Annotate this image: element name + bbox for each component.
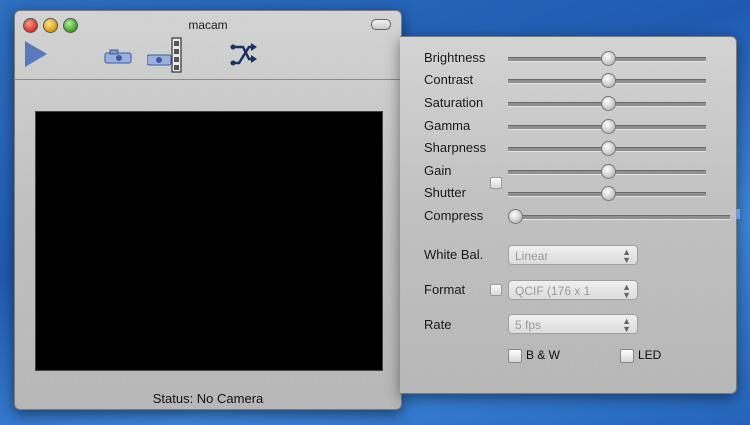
shutter-label: Shutter xyxy=(424,185,466,200)
drawer-resize-handle[interactable] xyxy=(736,209,740,219)
shuffle-icon[interactable] xyxy=(229,39,257,71)
saturation-label: Saturation xyxy=(424,95,484,110)
contrast-label: Contrast xyxy=(424,72,474,87)
format-value: QCIF (176 x 1 xyxy=(515,284,591,298)
window-title: macam xyxy=(188,18,228,32)
white-bal-label: White Bal. xyxy=(424,247,484,262)
shutter-slider-knob[interactable] xyxy=(600,186,616,201)
gain-auto-checkbox[interactable] xyxy=(490,177,502,189)
chevron-updown-icon: ▲ ▼ xyxy=(622,247,631,265)
film-record-icon[interactable] xyxy=(146,37,185,73)
rate-label: Rate xyxy=(424,317,452,332)
toolbar-toggle-button[interactable] xyxy=(371,19,391,30)
camera-snapshot-icon[interactable] xyxy=(103,49,135,65)
title-bar[interactable]: macam xyxy=(15,11,401,37)
brightness-slider-knob[interactable] xyxy=(600,51,616,66)
rate-select[interactable]: 5 fps ▲ ▼ xyxy=(508,314,638,334)
sharpness-label: Sharpness xyxy=(424,140,487,155)
rate-value: 5 fps xyxy=(515,318,542,332)
bw-label: B & W xyxy=(526,348,561,362)
gamma-slider-knob[interactable] xyxy=(600,119,616,134)
gamma-label: Gamma xyxy=(424,118,471,133)
chevron-updown-icon: ▲ ▼ xyxy=(622,316,631,334)
led-checkbox[interactable] xyxy=(620,349,634,363)
white-bal-value: Linear xyxy=(515,249,549,263)
sharpness-slider-knob[interactable] xyxy=(600,141,616,156)
format-label: Format xyxy=(424,282,466,297)
chevron-updown-icon: ▲ ▼ xyxy=(622,282,631,300)
gain-slider-knob[interactable] xyxy=(600,164,616,179)
gain-label: Gain xyxy=(424,163,452,178)
compress-slider-track[interactable] xyxy=(508,215,730,220)
video-preview xyxy=(35,111,383,371)
bw-checkbox[interactable] xyxy=(508,349,522,363)
white-bal-select[interactable]: Linear ▲ ▼ xyxy=(508,245,638,265)
settings-drawer: Brightness Contrast Saturation Gamma Sharpne… xyxy=(400,36,740,394)
toolbar xyxy=(15,37,401,80)
format-checkbox[interactable] xyxy=(490,284,502,296)
led-label: LED xyxy=(638,348,662,362)
status-text: Status: No Camera xyxy=(152,391,264,406)
macam-main-window: macam Status: No Camera xyxy=(14,10,402,410)
format-select[interactable]: QCIF (176 x 1 ▲ ▼ xyxy=(508,280,638,300)
compress-slider-knob[interactable] xyxy=(508,209,523,224)
contrast-slider-knob[interactable] xyxy=(600,73,616,88)
saturation-slider-knob[interactable] xyxy=(600,96,616,111)
brightness-label: Brightness xyxy=(424,50,486,65)
play-icon[interactable] xyxy=(25,41,47,67)
compress-label: Compress xyxy=(424,208,484,223)
